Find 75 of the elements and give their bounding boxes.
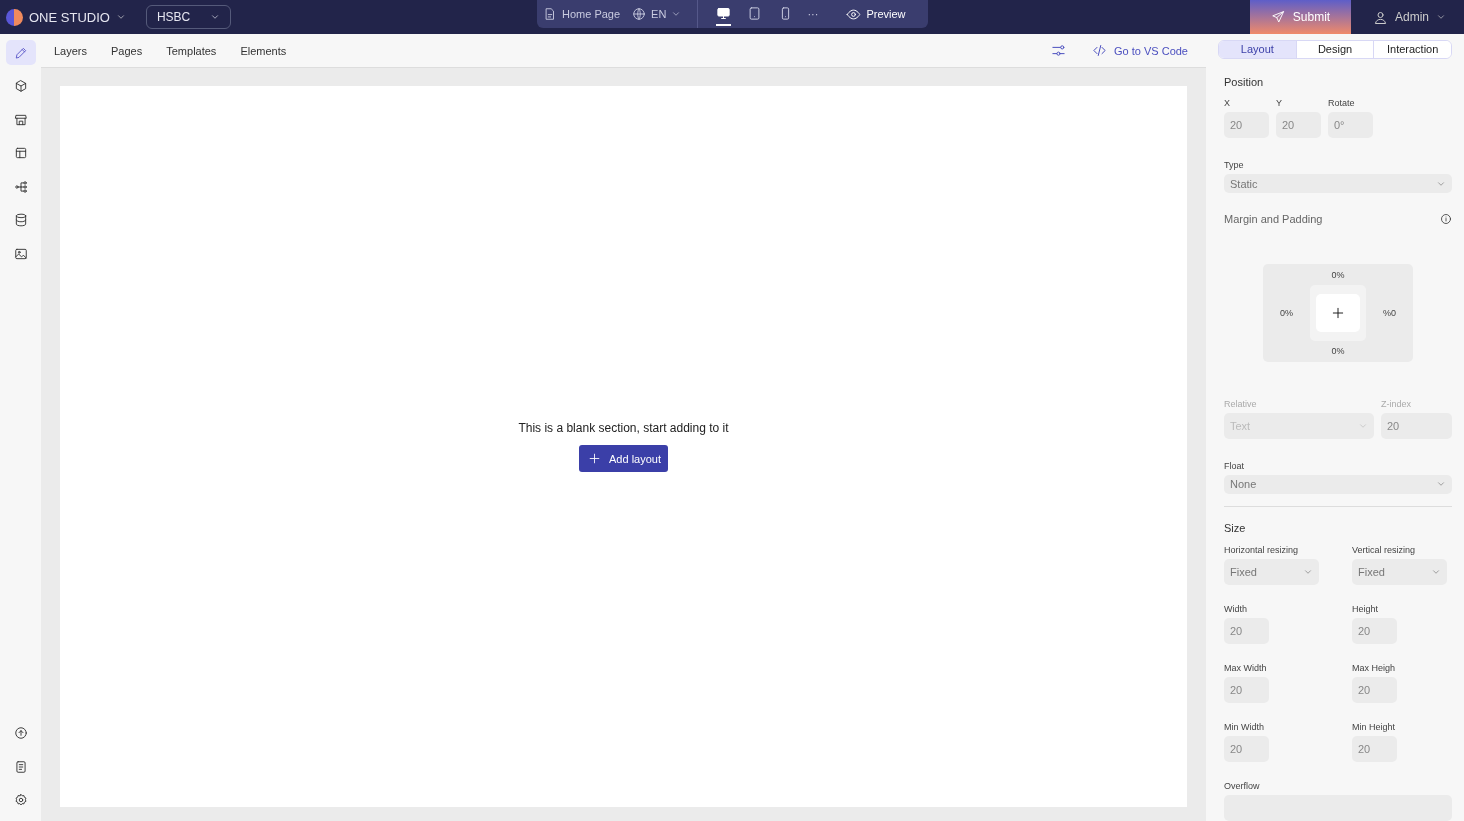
field-label: Float — [1224, 460, 1245, 471]
add-spacing-button[interactable] — [1316, 293, 1360, 332]
more-button[interactable]: ··· — [801, 8, 825, 20]
page-select[interactable]: Home Page — [537, 7, 627, 21]
pencil-icon — [13, 45, 28, 60]
sliders-icon — [1051, 43, 1066, 58]
field-label: Max Width — [1224, 663, 1268, 673]
document-icon — [13, 759, 28, 774]
blank-section-message: This is a blank section, start adding to it — [518, 421, 729, 435]
image-icon — [13, 246, 28, 261]
plus-icon — [588, 452, 601, 465]
field-label: Z-index — [1381, 398, 1412, 409]
margin-value[interactable]: %0 — [1383, 307, 1396, 318]
field-label: Overflow — [1224, 781, 1261, 791]
resizing-select[interactable]: Fixed — [1224, 559, 1319, 585]
section-title: Position — [1224, 75, 1265, 88]
field-label: Y — [1276, 97, 1283, 108]
globe-icon — [632, 7, 647, 21]
field-label: Min Width — [1224, 722, 1265, 732]
settings-icon — [13, 793, 28, 807]
language-select[interactable]: EN — [626, 7, 688, 21]
chevron-down-icon — [1431, 567, 1441, 577]
code-icon — [1092, 43, 1107, 58]
field-label: Width — [1224, 604, 1248, 614]
vs-code-link[interactable]: Go to VS Code — [1086, 42, 1194, 59]
project-select[interactable]: HSBC — [145, 5, 232, 29]
store-icon — [13, 112, 28, 127]
margin-value[interactable]: 0% — [1280, 307, 1293, 318]
database-icon — [13, 213, 28, 227]
margin-value[interactable]: 0% — [1331, 346, 1345, 357]
field-label: Max Heigh — [1352, 663, 1397, 673]
field-label: Rotate — [1328, 97, 1356, 108]
field-label: Vertical resizing — [1352, 545, 1417, 555]
send-icon — [1270, 10, 1285, 24]
chevron-down-icon — [210, 12, 221, 22]
chevron-down-icon — [671, 9, 682, 19]
add-layout-button[interactable]: Add layout — [579, 445, 668, 472]
field-label: Height — [1352, 604, 1379, 614]
user-menu[interactable]: Admin — [1351, 9, 1464, 25]
chevron-down-icon — [1303, 567, 1313, 577]
margin-value[interactable]: 0% — [1331, 269, 1345, 280]
type-select[interactable]: Static — [1224, 173, 1452, 194]
desktop-icon — [716, 6, 732, 21]
submit-button[interactable]: Submit — [1250, 0, 1351, 34]
nav-tab[interactable]: Templates — [166, 44, 217, 57]
rail-button[interactable] — [5, 40, 36, 65]
float-select[interactable]: None — [1224, 474, 1452, 495]
plus-icon — [1331, 305, 1345, 320]
logo-icon — [6, 8, 23, 26]
panel-tab[interactable]: Layout — [1219, 41, 1296, 58]
tree-icon — [13, 179, 28, 194]
section-title: Margin and Padding — [1224, 213, 1323, 226]
upload-icon — [13, 726, 28, 740]
layout-icon — [13, 146, 28, 160]
info-icon — [1440, 213, 1452, 226]
chevron-down-icon — [1436, 12, 1446, 22]
panel-tab[interactable]: Interaction — [1373, 41, 1451, 58]
field-label: Type — [1224, 159, 1245, 170]
field-label: Relative — [1224, 398, 1258, 409]
cube-icon — [13, 79, 28, 93]
field-label: Min Height — [1352, 722, 1397, 732]
chevron-down-icon — [115, 12, 126, 22]
preview-button[interactable]: Preview — [840, 6, 912, 22]
field-label: Horizontal resizing — [1224, 545, 1300, 555]
nav-tab[interactable]: Elements — [240, 44, 287, 57]
nav-tab[interactable]: Pages — [111, 44, 143, 57]
resizing-select[interactable]: Fixed — [1352, 559, 1447, 585]
tablet-icon — [747, 6, 763, 21]
nav-tab[interactable]: Layers — [54, 44, 88, 57]
document-icon — [543, 7, 557, 21]
field-label: X — [1224, 97, 1231, 108]
user-icon — [1373, 9, 1388, 25]
eye-icon — [846, 6, 862, 22]
brand-name: ONE STUDIO — [29, 9, 110, 25]
section-title: Size — [1224, 522, 1247, 534]
